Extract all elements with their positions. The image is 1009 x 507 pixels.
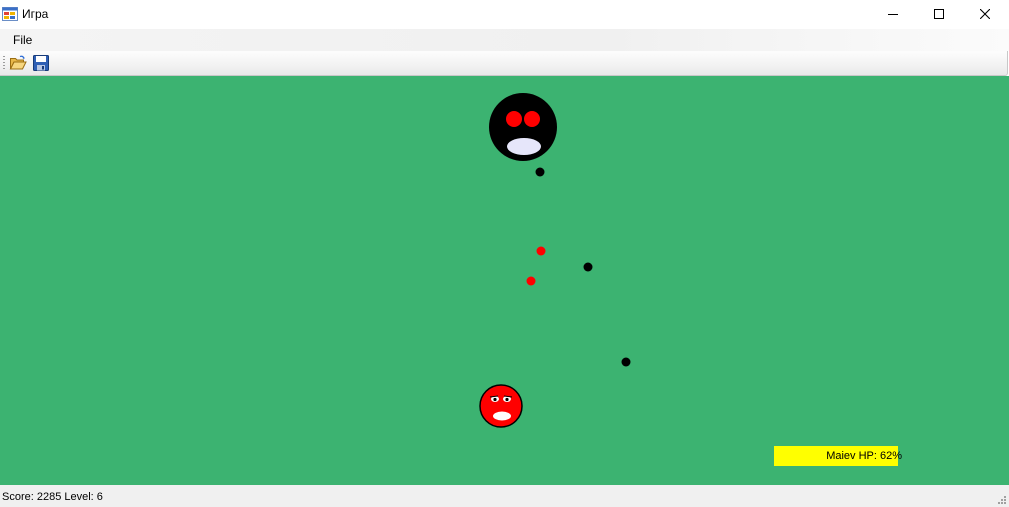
boss-right-eye (524, 111, 540, 127)
boss-mouth (507, 138, 541, 155)
window-title: Игра (22, 7, 49, 21)
boss-hp-label: Maiev HP: 62% (826, 450, 902, 462)
projectile (536, 246, 546, 256)
player-body (479, 384, 523, 428)
score-level-status: Score: 2285 Level: 6 (2, 491, 103, 503)
minimize-icon (888, 14, 898, 15)
projectile (621, 357, 631, 367)
resize-grip-icon[interactable] (996, 494, 1006, 504)
boss-character (489, 93, 557, 161)
close-button[interactable] (962, 0, 1008, 29)
projectiles (526, 167, 631, 367)
menu-item-file[interactable]: File (7, 30, 38, 50)
projectile (535, 167, 545, 177)
game-window: Игра File Maiev HP: 62% Score: 2285 Leve… (0, 0, 1009, 507)
boss-hp-bar: Maiev HP: 62% (774, 446, 902, 466)
player-right-pupil (505, 397, 509, 402)
boss-left-eye (506, 111, 522, 127)
close-icon (980, 9, 990, 19)
maximize-button[interactable] (916, 0, 962, 29)
game-field[interactable]: Maiev HP: 62% (0, 76, 1009, 485)
status-bar: Score: 2285 Level: 6 (0, 485, 1009, 507)
maximize-icon (934, 9, 944, 19)
save-button[interactable] (32, 54, 50, 72)
menu-bar: File (0, 29, 1009, 51)
minimize-button[interactable] (870, 0, 916, 29)
toolbar (0, 51, 1008, 76)
open-folder-icon (9, 55, 27, 70)
player-mouth (493, 411, 511, 421)
open-button[interactable] (9, 54, 27, 72)
title-bar[interactable]: Игра (0, 0, 1009, 29)
player-character (479, 384, 523, 428)
projectile (526, 276, 536, 286)
game-canvas[interactable] (0, 76, 1009, 485)
player-left-pupil (493, 397, 497, 402)
toolbar-grip[interactable] (3, 56, 5, 70)
projectile (583, 262, 593, 272)
floppy-disk-save-icon (33, 55, 49, 71)
app-icon (2, 6, 18, 22)
